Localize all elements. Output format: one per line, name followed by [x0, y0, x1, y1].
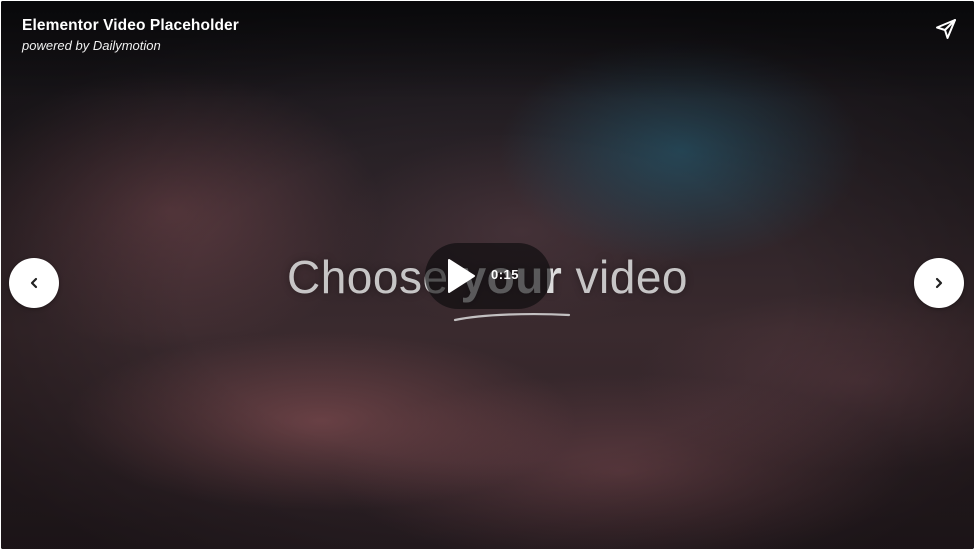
next-video-button[interactable]: [914, 258, 964, 308]
chevron-right-icon: [935, 277, 943, 289]
video-duration: 0:15: [491, 267, 520, 282]
play-icon: [448, 259, 475, 293]
powered-by-label[interactable]: powered by Dailymotion: [22, 37, 239, 55]
video-title-block: Elementor Video Placeholder powered by D…: [22, 16, 239, 55]
headline-word-video: video: [575, 251, 688, 303]
share-button[interactable]: [932, 15, 960, 43]
send-arrow-icon: [936, 19, 956, 39]
previous-video-button[interactable]: [9, 258, 59, 308]
video-player[interactable]: Chooseyour video Elementor Video Placeho…: [1, 1, 974, 549]
video-title[interactable]: Elementor Video Placeholder: [22, 16, 239, 36]
play-button[interactable]: 0:15: [425, 243, 551, 309]
headline-underline: [453, 312, 571, 322]
chevron-left-icon: [30, 277, 38, 289]
